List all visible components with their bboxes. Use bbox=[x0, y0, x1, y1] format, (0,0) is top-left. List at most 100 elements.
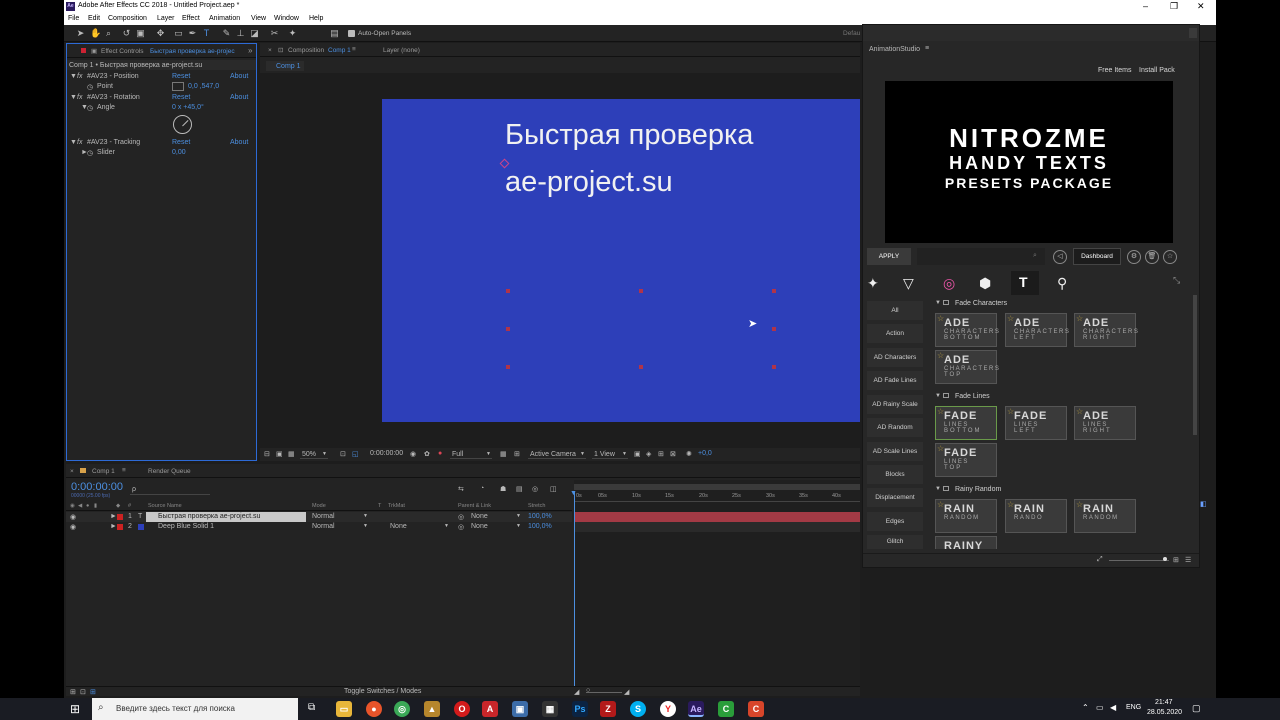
preset-card[interactable]: ☆ RAIN RANDOM bbox=[935, 499, 997, 533]
toggle-pixel-icon[interactable]: ▣ bbox=[634, 450, 641, 458]
layer-stretch[interactable]: 100,0% bbox=[528, 523, 552, 530]
calculator-icon[interactable]: ▦ bbox=[542, 701, 558, 717]
type-tool-icon[interactable]: T bbox=[202, 29, 211, 38]
composition-tab-label[interactable]: Composition bbox=[288, 47, 324, 54]
taskbar-search-box[interactable]: ⌕ Введите здесь текст для поиска bbox=[92, 698, 298, 720]
property-value[interactable]: 0,00 bbox=[172, 149, 186, 156]
layer-name-field[interactable]: Быстрая проверка ae-project.su bbox=[146, 512, 306, 522]
3d-view-icon[interactable]: ⊞ bbox=[514, 450, 520, 458]
grid-icon[interactable]: ▦ bbox=[288, 450, 295, 458]
close-tab-icon[interactable]: × bbox=[70, 468, 74, 475]
resolution-dropdown[interactable]: Full ▼ bbox=[450, 449, 492, 459]
list-view-icon[interactable]: ☰ bbox=[1185, 556, 1191, 564]
stopwatch-icon[interactable]: ◷ bbox=[87, 104, 93, 112]
sound-icon[interactable]: ◁ bbox=[1053, 250, 1067, 264]
col-parent[interactable]: Parent & Link bbox=[458, 503, 491, 509]
text-category-tab[interactable]: T bbox=[1011, 271, 1039, 295]
layer-trkmat[interactable]: None bbox=[390, 523, 407, 530]
composition-tab-comp[interactable]: Comp 1 bbox=[328, 47, 351, 54]
tab-menu-icon[interactable]: ≡ bbox=[352, 46, 356, 53]
parent-pickwhip-icon[interactable]: ◎ bbox=[458, 523, 464, 531]
transform-handle[interactable] bbox=[639, 289, 643, 293]
roto-brush-tool-icon[interactable]: ✂ bbox=[270, 29, 279, 38]
visibility-icon[interactable]: ◉ bbox=[70, 523, 76, 531]
effect-reset-link[interactable]: Reset bbox=[172, 94, 190, 101]
menu-layer[interactable]: Layer bbox=[157, 15, 175, 22]
chrome-icon[interactable]: ◎ bbox=[394, 701, 410, 717]
tray-expand-icon[interactable]: ⌃ bbox=[1082, 703, 1089, 712]
angle-dial[interactable] bbox=[173, 115, 192, 134]
layer-tab[interactable]: Layer (none) bbox=[383, 47, 420, 54]
show-snapshot-icon[interactable]: ✿ bbox=[424, 450, 430, 458]
playhead[interactable] bbox=[574, 492, 575, 696]
brush-tool-icon[interactable]: ✎ bbox=[222, 29, 231, 38]
shy-icon[interactable]: ☗ bbox=[500, 485, 506, 493]
render-queue-tab[interactable]: Render Queue bbox=[148, 468, 191, 475]
fast-preview-icon[interactable]: ◈ bbox=[646, 450, 651, 458]
lock-icon[interactable]: ▮ bbox=[94, 503, 97, 509]
trash-icon[interactable]: 🗑 bbox=[1145, 250, 1159, 264]
chevron-down-icon[interactable]: ▼ bbox=[444, 523, 449, 529]
preset-card[interactable]: ☆ RAIN RANDOM bbox=[1074, 499, 1136, 533]
windows-start-icon[interactable]: ⊞ bbox=[70, 702, 80, 716]
camera-dropdown[interactable]: Active Camera ▼ bbox=[528, 449, 586, 459]
thumbnail-size-slider[interactable] bbox=[1109, 560, 1169, 561]
preset-card[interactable]: ☆ FADE LINES BOTTOM bbox=[935, 406, 997, 440]
section-collapse-icon[interactable]: ▼ bbox=[935, 486, 941, 492]
preset-card[interactable]: ☆ FADE LINES LEFT bbox=[1005, 406, 1067, 440]
fx-icon[interactable]: fx bbox=[77, 139, 82, 146]
clone-stamp-tool-icon[interactable]: ⊥ bbox=[236, 29, 245, 38]
file-explorer-icon[interactable]: ▭ bbox=[336, 701, 352, 717]
transform-handle[interactable] bbox=[772, 289, 776, 293]
preset-card[interactable]: ☆ RAIN RANDO bbox=[1005, 499, 1067, 533]
section-collapse-icon[interactable]: ▼ bbox=[935, 300, 941, 306]
category-action[interactable]: Action bbox=[867, 324, 923, 343]
clock-date[interactable]: 28.05.2020 bbox=[1147, 709, 1182, 716]
chevron-down-icon[interactable]: ▼ bbox=[516, 523, 521, 529]
zoom-in-icon[interactable]: ◢ bbox=[624, 688, 629, 696]
effect-controls-layer-name[interactable]: Быстрая проверка ae-projec bbox=[150, 48, 235, 55]
menu-effect[interactable]: Effect bbox=[182, 15, 200, 22]
eraser-tool-icon[interactable]: ◪ bbox=[250, 29, 259, 38]
layer-label-color[interactable] bbox=[117, 514, 123, 520]
color-channel-icon[interactable]: ● bbox=[438, 450, 442, 457]
language-indicator[interactable]: ENG bbox=[1126, 704, 1141, 711]
yandex-icon[interactable]: Y bbox=[660, 701, 676, 717]
graph-editor-icon[interactable]: ◫ bbox=[550, 485, 557, 493]
task-view-icon[interactable]: ⧉ bbox=[308, 702, 315, 713]
layer-expand-arrow[interactable]: ► bbox=[110, 523, 117, 530]
category-ad-random[interactable]: AD Random bbox=[867, 418, 923, 437]
timeline-timecode[interactable]: 0:00:00:00 bbox=[71, 481, 123, 493]
frame-blend-icon[interactable]: ▤ bbox=[516, 485, 523, 493]
always-preview-icon[interactable]: ⊟ bbox=[264, 450, 270, 458]
comp-text-line2[interactable]: ae-project.su bbox=[505, 166, 673, 199]
workspace-label[interactable]: Defau bbox=[843, 30, 860, 37]
restore-button[interactable]: ❐ bbox=[1170, 1, 1178, 12]
camera-tool-icon[interactable]: ▣ bbox=[136, 29, 145, 38]
col-t[interactable]: T bbox=[378, 503, 381, 509]
instagram-category-icon[interactable]: ◎ bbox=[943, 275, 955, 292]
viewer-timecode[interactable]: 0:00:00:00 bbox=[370, 450, 403, 457]
snapping-icon[interactable]: ▤ bbox=[330, 29, 339, 38]
comp-text-line1[interactable]: Быстрая проверка bbox=[505, 119, 753, 152]
filezilla-icon[interactable]: Z bbox=[600, 701, 616, 717]
skype-icon[interactable]: S bbox=[630, 701, 646, 717]
category-ad-fade-lines[interactable]: AD Fade Lines bbox=[867, 371, 923, 390]
chevron-down-icon[interactable]: ▼ bbox=[363, 523, 368, 529]
draft-3d-icon[interactable]: ◔ bbox=[480, 485, 484, 492]
fit-icon[interactable]: ⊡ bbox=[340, 450, 346, 458]
layer-row[interactable]: ◉ ► 1 T Быстрая проверка ae-project.su N… bbox=[66, 512, 572, 522]
transparency-icon[interactable]: ▦ bbox=[500, 450, 507, 458]
volume-icon[interactable]: ◀ bbox=[1110, 703, 1116, 712]
comp-subtab[interactable]: Comp 1 bbox=[266, 61, 304, 71]
zoom-out-icon[interactable]: ◢ bbox=[574, 688, 579, 696]
layer-switches-icon[interactable]: ⊡ bbox=[80, 688, 86, 696]
comp-mini-flowchart-icon[interactable]: ⇆ bbox=[458, 485, 464, 493]
notifications-icon[interactable]: ▢ bbox=[1192, 703, 1201, 714]
chevron-down-icon[interactable]: ▼ bbox=[516, 513, 521, 519]
exposure-icon[interactable]: ✺ bbox=[686, 450, 692, 458]
toggle-switches-button[interactable]: Toggle Switches / Modes bbox=[344, 688, 421, 695]
dashboard-button[interactable]: Dashboard bbox=[1073, 248, 1121, 265]
clock-time[interactable]: 21:47 bbox=[1155, 699, 1173, 706]
location-category-icon[interactable]: ⚲ bbox=[1057, 275, 1067, 292]
